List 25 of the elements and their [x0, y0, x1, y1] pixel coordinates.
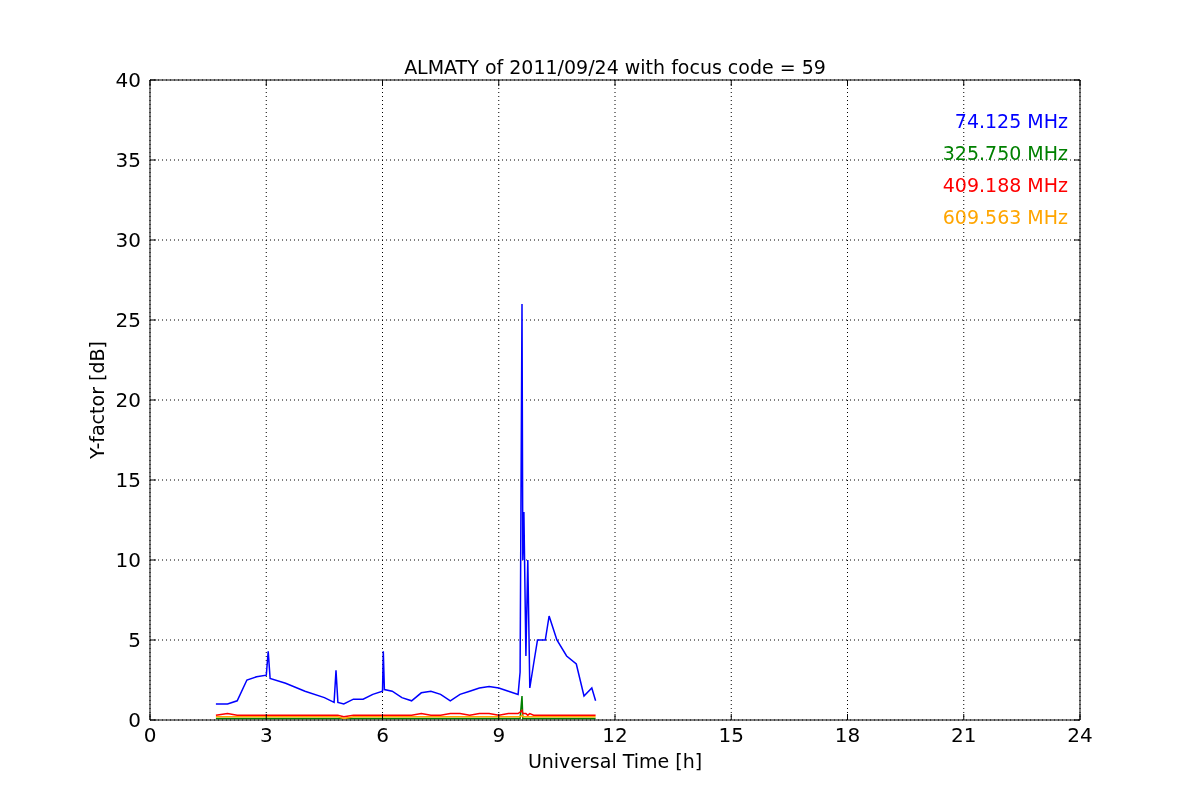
tick-label: 0	[143, 723, 157, 747]
tick-label: 24	[1067, 723, 1093, 747]
tick-label: 0	[128, 708, 141, 732]
y-axis-label: Y-factor [dB]	[86, 341, 108, 459]
x-axis-label: Universal Time [h]	[527, 750, 703, 772]
legend-label: 409.188 MHz	[942, 174, 1068, 196]
tick-label: 30	[115, 228, 141, 252]
legend-label: 325.750 MHz	[942, 142, 1068, 164]
tick-label: 40	[115, 68, 141, 92]
tick-label: 10	[115, 548, 141, 572]
tick-label: 20	[115, 388, 141, 412]
tick-label: 15	[718, 723, 744, 747]
chart-title: ALMATY of 2011/09/24 with focus code = 59	[404, 56, 826, 78]
tick-label: 9	[492, 723, 506, 747]
tick-label: 3	[259, 723, 273, 747]
tick-label: 35	[115, 148, 141, 172]
tick-label: 15	[115, 468, 141, 492]
tick-label: 25	[115, 308, 141, 332]
tick-label: 12	[602, 723, 628, 747]
tick-label: 18	[834, 723, 861, 747]
legend-label: 74.125 MHz	[954, 110, 1068, 132]
legend-label: 609.563 MHz	[942, 206, 1068, 228]
tick-label: 21	[951, 723, 977, 747]
tick-label: 6	[376, 723, 389, 747]
tick-label: 5	[128, 628, 141, 652]
